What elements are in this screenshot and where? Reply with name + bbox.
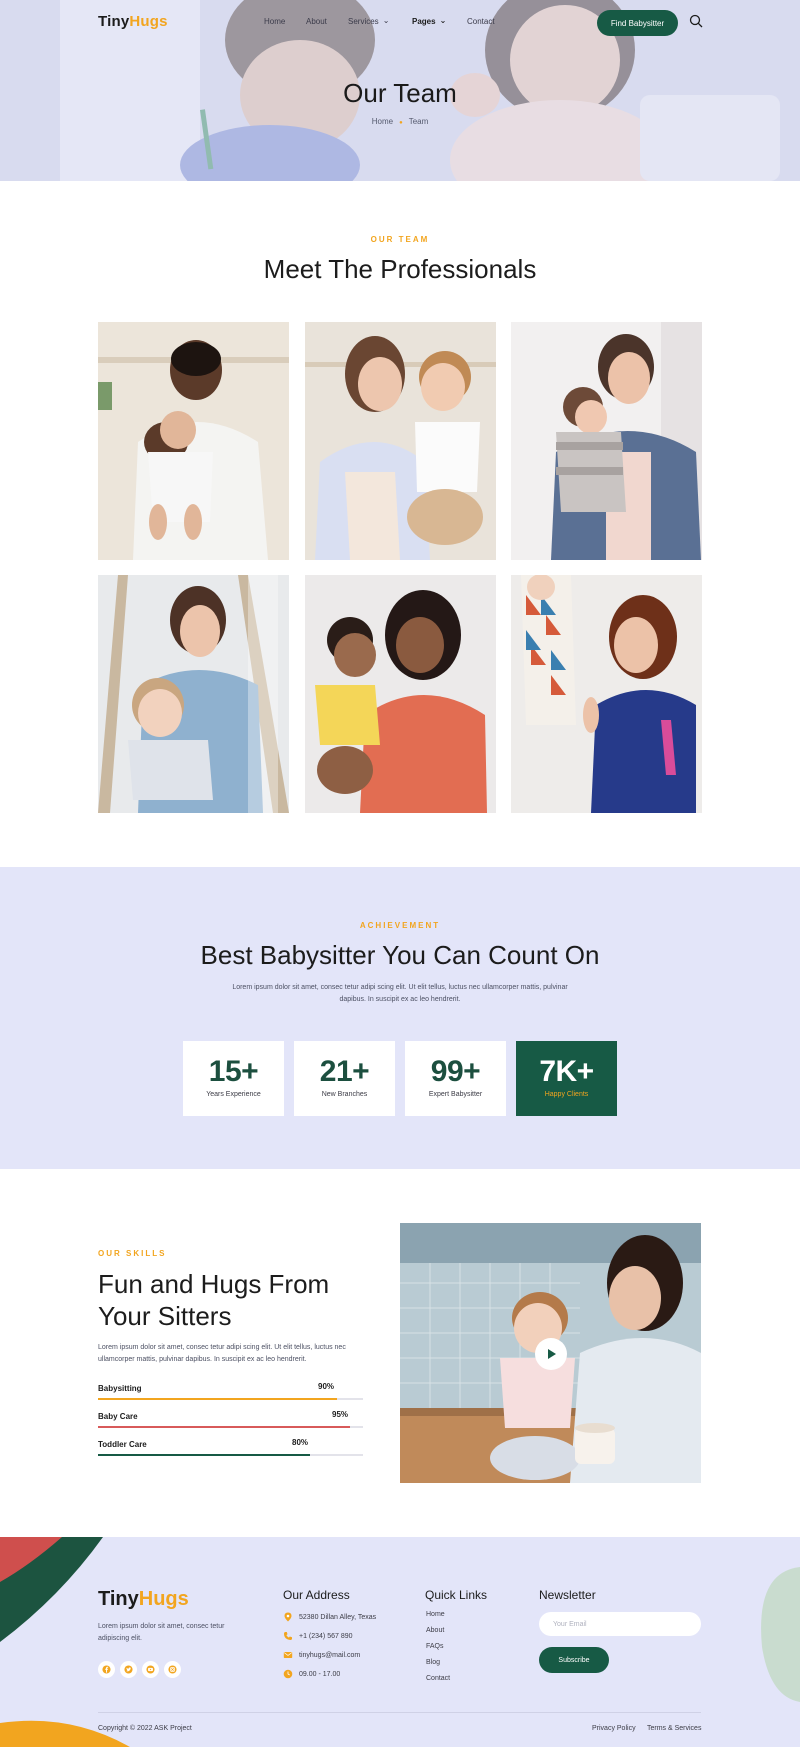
twitter-icon xyxy=(124,1665,133,1674)
stat-card: 21+ New Branches xyxy=(294,1041,395,1116)
chevron-down-icon: ⌄ xyxy=(382,16,390,25)
instagram-icon xyxy=(168,1665,177,1674)
skill-value: 95% xyxy=(332,1410,349,1419)
team-member-photo[interactable] xyxy=(511,575,702,813)
skill-progress-bar xyxy=(98,1454,363,1456)
team-eyebrow: OUR TEAM xyxy=(370,235,430,244)
address-heading: Our Address xyxy=(283,1588,350,1602)
skill-value: 80% xyxy=(292,1438,309,1447)
breadcrumb-current: Team xyxy=(408,117,429,126)
stat-label: Years Experience xyxy=(206,1091,261,1098)
team-member-photo[interactable] xyxy=(305,575,496,813)
clock-icon xyxy=(283,1669,293,1679)
phone-line[interactable]: +1 (234) 567 890 xyxy=(283,1631,353,1641)
stat-card: 15+ Years Experience xyxy=(183,1041,284,1116)
nav-home[interactable]: Home xyxy=(264,17,285,26)
nav-about[interactable]: About xyxy=(306,17,327,26)
stat-label: Happy Clients xyxy=(544,1091,589,1098)
stat-card-highlight: 7K+ Happy Clients xyxy=(516,1041,617,1116)
team-member-photo[interactable] xyxy=(511,322,702,560)
breadcrumb-separator-icon: ● xyxy=(399,120,403,126)
achievement-section xyxy=(0,867,800,1169)
stat-value: 15+ xyxy=(208,1055,259,1088)
instagram-button[interactable] xyxy=(164,1661,181,1678)
youtube-icon xyxy=(146,1665,155,1674)
team-member-photo[interactable] xyxy=(98,575,289,813)
achievement-eyebrow: ACHIEVEMENT xyxy=(359,921,441,930)
nav-contact[interactable]: Contact xyxy=(467,17,495,26)
play-button[interactable] xyxy=(535,1338,567,1370)
copyright: Copyright © 2022 ASK Project xyxy=(98,1725,192,1732)
stat-label: Expert Babysitter xyxy=(428,1091,483,1098)
skill-name: Toddler Care xyxy=(98,1440,147,1449)
footer-link-home[interactable]: Home xyxy=(426,1611,445,1618)
skill-progress-bar xyxy=(98,1426,363,1428)
chevron-down-icon: ⌄ xyxy=(439,16,447,25)
breadcrumb: Home ● Team xyxy=(0,117,800,126)
achievement-title: Best Babysitter You Can Count On xyxy=(200,940,600,970)
skills-eyebrow: OUR SKILLS xyxy=(98,1249,167,1258)
footer-link-about[interactable]: About xyxy=(426,1627,444,1634)
privacy-policy-link[interactable]: Privacy Policy xyxy=(592,1725,636,1732)
youtube-button[interactable] xyxy=(142,1661,159,1678)
skill-name: Babysitting xyxy=(98,1384,142,1393)
team-member-photo[interactable] xyxy=(98,322,289,560)
stat-value: 21+ xyxy=(319,1055,370,1088)
breadcrumb-home[interactable]: Home xyxy=(372,117,393,126)
subscribe-button[interactable]: Subscribe xyxy=(539,1647,609,1673)
skills-title: Fun and Hugs From Your Sitters xyxy=(98,1269,330,1331)
play-icon xyxy=(548,1349,556,1359)
logo[interactable]: TinyHugs xyxy=(98,13,168,30)
skill-value: 90% xyxy=(318,1382,335,1391)
newsletter-email-input[interactable]: Your Email xyxy=(539,1612,701,1636)
quick-links-heading: Quick Links xyxy=(425,1588,488,1602)
stat-label: New Branches xyxy=(321,1091,368,1098)
footer-divider xyxy=(98,1712,701,1713)
terms-link[interactable]: Terms & Services xyxy=(647,1725,701,1732)
skill-name: Baby Care xyxy=(98,1412,138,1421)
footer-link-contact[interactable]: Contact xyxy=(426,1675,450,1682)
newsletter-heading: Newsletter xyxy=(539,1588,596,1602)
page-title: Our Team xyxy=(343,78,457,108)
stat-value: 7K+ xyxy=(539,1055,594,1088)
phone-icon xyxy=(284,1632,292,1640)
top-nav: TinyHugs Home About Services ⌄ Pages ⌄ Con… xyxy=(0,0,800,44)
facebook-icon xyxy=(102,1665,111,1674)
team-member-photo[interactable] xyxy=(305,322,496,560)
footer-link-blog[interactable]: Blog xyxy=(426,1659,440,1666)
footer-logo[interactable]: TinyHugs xyxy=(98,1588,189,1611)
facebook-button[interactable] xyxy=(98,1661,115,1678)
search-icon[interactable] xyxy=(689,14,703,28)
address-line: 52380 Dillan Alley, Texas xyxy=(283,1612,376,1622)
stat-value: 99+ xyxy=(430,1055,481,1088)
twitter-button[interactable] xyxy=(120,1661,137,1678)
skill-progress-bar xyxy=(98,1398,363,1400)
location-pin-icon xyxy=(284,1612,292,1622)
hours-line: 09.00 - 17.00 xyxy=(283,1669,340,1679)
email-line[interactable]: tinyhugs@mail.com xyxy=(283,1650,360,1660)
stat-card: 99+ Expert Babysitter xyxy=(405,1041,506,1116)
achievement-description: Lorem ipsum dolor sit amet, consec tetur… xyxy=(232,984,568,1003)
footer-link-faqs[interactable]: FAQs xyxy=(426,1643,444,1650)
nav-pages[interactable]: Pages ⌄ xyxy=(412,16,447,26)
nav-services[interactable]: Services ⌄ xyxy=(348,16,390,26)
skills-description: Lorem ipsum dolor sit amet, consec tetur… xyxy=(98,1344,346,1363)
team-title: Meet The Professionals xyxy=(263,254,537,284)
footer-about: Lorem ipsum dolor sit amet, consec tetur… xyxy=(98,1623,225,1642)
mail-icon xyxy=(283,1652,293,1658)
find-babysitter-button[interactable]: Find Babysitter xyxy=(597,10,678,36)
